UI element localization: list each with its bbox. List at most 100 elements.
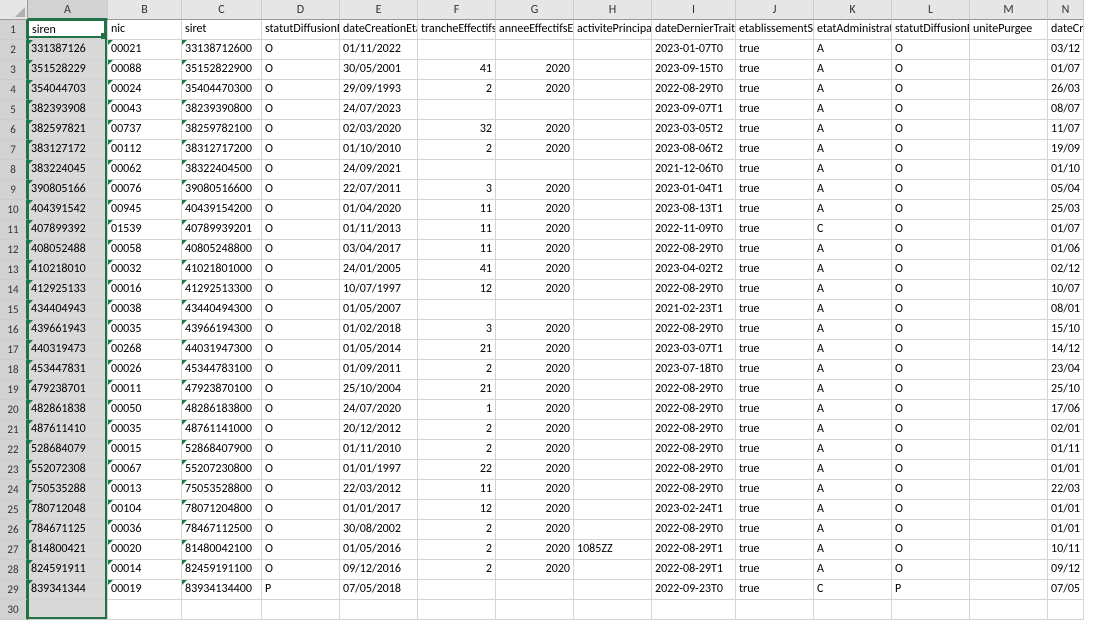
cell[interactable]: 453447831 [28,360,108,380]
row-header-25[interactable]: 25 [0,500,28,520]
cell[interactable]: O [262,560,340,580]
cell[interactable]: 07/05/2018 [340,580,418,600]
cell[interactable] [574,560,652,580]
cell[interactable]: 01/10/2010 [340,140,418,160]
cell[interactable]: 2021-12-06T0 [652,160,736,180]
cell[interactable]: 2020 [496,420,574,440]
cell[interactable] [970,320,1048,340]
cell[interactable] [970,540,1048,560]
cell[interactable]: O [892,160,970,180]
cell[interactable]: 382393908 [28,100,108,120]
cell[interactable]: O [892,280,970,300]
cell[interactable]: 00050 [108,400,182,420]
column-header-G[interactable]: G [496,0,574,20]
cell[interactable]: 81480042100 [182,540,262,560]
cell[interactable]: 2 [418,420,496,440]
cell[interactable]: O [892,540,970,560]
cell[interactable]: 2022-08-29T0 [652,380,736,400]
cell[interactable]: 43966194300 [182,320,262,340]
cell[interactable]: O [892,560,970,580]
column-header-F[interactable]: F [418,0,496,20]
row-header-28[interactable]: 28 [0,560,28,580]
cell[interactable]: true [736,100,814,120]
cell[interactable]: 2023-02-24T1 [652,500,736,520]
cell[interactable]: 47923870100 [182,380,262,400]
cell[interactable]: 00019 [108,580,182,600]
cell[interactable]: O [262,80,340,100]
row-header-18[interactable]: 18 [0,360,28,380]
cell[interactable] [574,480,652,500]
cell[interactable] [652,600,736,620]
cell[interactable]: true [736,360,814,380]
cell[interactable]: true [736,440,814,460]
cell[interactable]: A [814,180,892,200]
column-header-H[interactable]: H [574,0,652,20]
cell[interactable] [970,100,1048,120]
cell[interactable] [574,420,652,440]
cell[interactable]: O [892,200,970,220]
cell[interactable]: true [736,280,814,300]
cell[interactable]: 2020 [496,260,574,280]
cell[interactable]: true [736,80,814,100]
cell[interactable]: 407899392 [28,220,108,240]
cell[interactable]: O [892,340,970,360]
cell[interactable]: 52868407900 [182,440,262,460]
cell[interactable] [970,160,1048,180]
cell[interactable]: 2020 [496,340,574,360]
cell[interactable]: 01/11/2013 [340,220,418,240]
cell[interactable]: 2022-08-29T1 [652,540,736,560]
cell[interactable]: 33138712600 [182,40,262,60]
cell[interactable] [496,40,574,60]
cell[interactable]: 26/03 [1048,80,1084,100]
cell[interactable]: 21 [418,380,496,400]
cell[interactable]: 2023-09-07T1 [652,100,736,120]
cell[interactable]: 3 [418,180,496,200]
cell[interactable]: 10/11 [1048,540,1084,560]
cell[interactable]: 2023-03-07T1 [652,340,736,360]
cell[interactable]: 35404470300 [182,80,262,100]
cell[interactable] [970,60,1048,80]
cell[interactable]: O [892,320,970,340]
cell[interactable]: O [262,120,340,140]
cell[interactable]: 482861838 [28,400,108,420]
cell[interactable]: 00020 [108,540,182,560]
cell[interactable]: true [736,60,814,80]
cell[interactable]: 39080516600 [182,180,262,200]
cell[interactable] [496,300,574,320]
cell[interactable]: true [736,40,814,60]
cell[interactable]: 01/01 [1048,520,1084,540]
cell[interactable] [418,40,496,60]
cell[interactable]: 82459191100 [182,560,262,580]
cell[interactable]: 29/09/1993 [340,80,418,100]
cell[interactable]: true [736,500,814,520]
cell[interactable]: 01/05/2016 [340,540,418,560]
cell[interactable]: 21 [418,340,496,360]
cell[interactable]: true [736,520,814,540]
header-cell[interactable]: nic [108,20,182,40]
cell[interactable]: 479238701 [28,380,108,400]
cell[interactable]: O [262,400,340,420]
cell[interactable]: 2022-11-09T0 [652,220,736,240]
cell[interactable]: 2020 [496,380,574,400]
cell[interactable]: 05/04 [1048,180,1084,200]
cell[interactable]: 00032 [108,260,182,280]
cell[interactable]: O [262,40,340,60]
cell[interactable]: 2 [418,560,496,580]
cell[interactable]: 40789939201 [182,220,262,240]
cell[interactable]: true [736,420,814,440]
cell[interactable]: 2020 [496,200,574,220]
cell[interactable]: 1085ZZ [574,540,652,560]
cell[interactable]: 839341344 [28,580,108,600]
cell[interactable] [970,300,1048,320]
cell[interactable]: O [262,60,340,80]
cell[interactable]: 354044703 [28,80,108,100]
cell[interactable]: 00014 [108,560,182,580]
cell[interactable]: true [736,460,814,480]
cell[interactable]: 12 [418,280,496,300]
cell[interactable]: 00021 [108,40,182,60]
cell[interactable]: A [814,160,892,180]
cell[interactable]: 00013 [108,480,182,500]
cell[interactable]: 40439154200 [182,200,262,220]
cell[interactable]: O [262,320,340,340]
cell[interactable]: 19/09 [1048,140,1084,160]
